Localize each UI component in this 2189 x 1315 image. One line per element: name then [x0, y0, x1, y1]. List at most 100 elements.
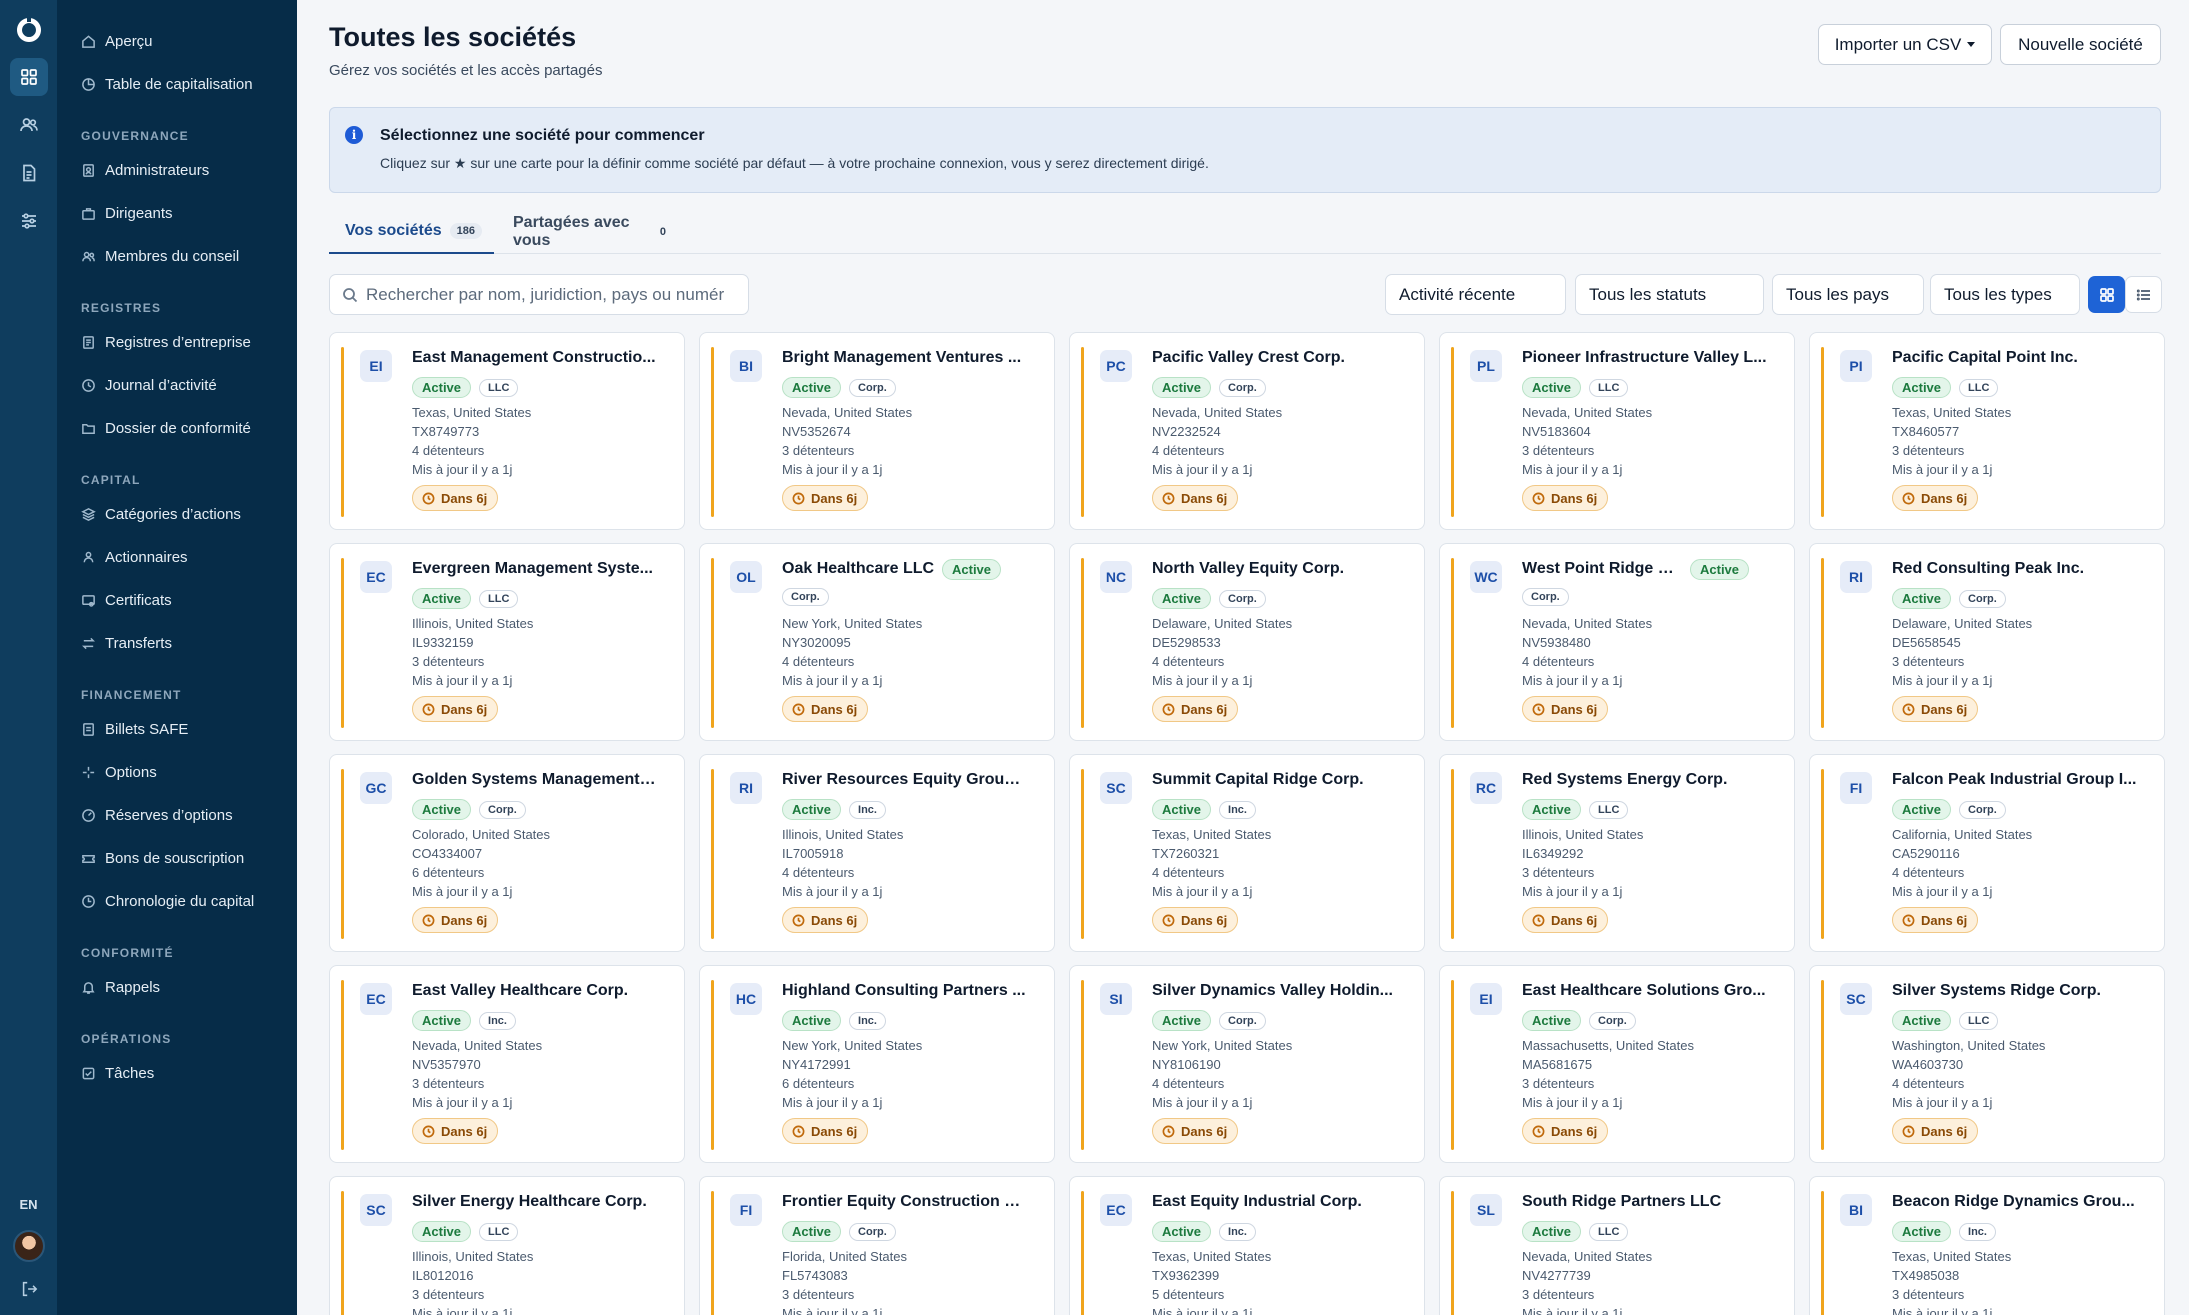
company-initials: PL — [1470, 350, 1502, 382]
company-holders: 3 détenteurs — [1892, 1287, 1965, 1302]
sidebar-item-cat-gories-d-actions[interactable]: Catégories d’actions — [57, 493, 297, 536]
company-card[interactable]: SI Silver Dynamics Valley Holdin... Active… — [1069, 965, 1425, 1163]
tab-shared-with-you[interactable]: Partagées avec vous 0 — [513, 210, 673, 254]
status-badge: Active — [412, 1010, 472, 1031]
sidebar-item-label: Membres du conseil — [105, 248, 240, 265]
sidebar-item-administrateurs[interactable]: Administrateurs — [57, 149, 297, 192]
rail-users-icon[interactable] — [10, 106, 48, 144]
import-csv-button[interactable]: Importer un CSV — [1818, 24, 1992, 65]
company-name: Summit Capital Ridge Corp. — [1152, 771, 1364, 788]
language-switch[interactable]: EN — [19, 1197, 37, 1212]
grid-view-button[interactable] — [2088, 276, 2125, 313]
sidebar-item-t-ches[interactable]: Tâches — [57, 1052, 297, 1095]
status-bar — [341, 347, 344, 517]
status-bar — [1451, 558, 1454, 728]
status-badge: Active — [1152, 588, 1212, 609]
sidebar-item-options[interactable]: Options — [57, 751, 297, 794]
company-card[interactable]: SC Silver Systems Ridge Corp. Active LLC Was… — [1809, 965, 2165, 1163]
due-badge: Dans 6j — [412, 907, 499, 933]
company-card[interactable]: NC North Valley Equity Corp. Active Corp. De… — [1069, 543, 1425, 741]
clock-icon — [1532, 703, 1545, 715]
company-card[interactable]: FI Frontier Equity Construction G... Activ… — [699, 1176, 1055, 1315]
logout-icon[interactable] — [20, 1280, 38, 1303]
sidebar-item-certificats[interactable]: Certificats — [57, 579, 297, 622]
company-card[interactable]: SC Silver Energy Healthcare Corp. Active LL… — [329, 1176, 685, 1315]
country-select[interactable]: Tous les pays — [1772, 274, 1924, 315]
company-card[interactable]: RI River Resources Equity Group ... Active… — [699, 754, 1055, 952]
banner-text: Cliquez sur ★ sur une carte pour la défi… — [380, 155, 1209, 171]
company-id: IL9332159 — [412, 635, 474, 650]
sort-select[interactable]: Activité récente — [1385, 274, 1566, 315]
company-card[interactable]: PI Pacific Capital Point Inc. Active LLC Tex… — [1809, 332, 2165, 530]
company-card[interactable]: WC West Point Ridge Corp. Active Corp. Nevad… — [1439, 543, 1795, 741]
status-bar — [1451, 1191, 1454, 1315]
company-card[interactable]: RI Red Consulting Peak Inc. Active Corp. Del… — [1809, 543, 2165, 741]
app-logo-icon[interactable] — [11, 12, 47, 48]
sidebar-item-rappels[interactable]: Rappels — [57, 966, 297, 1009]
rail-sliders-icon[interactable] — [10, 202, 48, 240]
sidebar-item-chronologie-du-capital[interactable]: Chronologie du capital — [57, 880, 297, 923]
company-card[interactable]: EI East Healthcare Solutions Gro... Active… — [1439, 965, 1795, 1163]
rail-grid-icon[interactable] — [9, 58, 48, 96]
status-select[interactable]: Tous les statuts — [1575, 274, 1764, 315]
company-card[interactable]: BI Bright Management Ventures ... Active Co… — [699, 332, 1055, 530]
status-badge: Active — [1892, 1221, 1952, 1242]
sidebar-item-aper-u[interactable]: Aperçu — [57, 20, 297, 63]
company-name: Bright Management Ventures ... — [782, 349, 1022, 366]
sidebar-item-journal-d-activit[interactable]: Journal d’activité — [57, 364, 297, 407]
company-card[interactable]: BI Beacon Ridge Dynamics Grou... Active Inc… — [1809, 1176, 2165, 1315]
sidebar-item-billets-safe[interactable]: Billets SAFE — [57, 708, 297, 751]
sidebar-item-dirigeants[interactable]: Dirigeants — [57, 192, 297, 235]
company-card[interactable]: FI Falcon Peak Industrial Group I... Activ… — [1809, 754, 2165, 952]
company-card[interactable]: EC Evergreen Management Syste... Active LLC… — [329, 543, 685, 741]
company-card[interactable]: EC East Valley Healthcare Corp. Active Inc.… — [329, 965, 685, 1163]
sidebar-item-registres-d-entreprise[interactable]: Registres d’entreprise — [57, 321, 297, 364]
sidebar-item-r-serves-d-options[interactable]: Réserves d’options — [57, 794, 297, 837]
rail-document-icon[interactable] — [10, 154, 48, 192]
company-tags: Active Corp. — [1522, 1010, 1636, 1031]
company-initials: RI — [1840, 561, 1872, 593]
company-location: Illinois, United States — [412, 1249, 534, 1264]
company-card[interactable]: OL Oak Healthcare LLC Active Corp. New York,… — [699, 543, 1055, 741]
sidebar-item-membres-du-conseil[interactable]: Membres du conseil — [57, 235, 297, 278]
sidebar-item-dossier-de-conformit[interactable]: Dossier de conformité — [57, 407, 297, 450]
company-initials: PC — [1100, 350, 1132, 382]
company-card[interactable]: PC Pacific Valley Crest Corp. Active Corp. N… — [1069, 332, 1425, 530]
company-card[interactable]: HC Highland Consulting Partners ... Active… — [699, 965, 1055, 1163]
company-id: TX8749773 — [412, 424, 480, 439]
company-holders: 3 détenteurs — [1522, 865, 1595, 880]
new-company-button[interactable]: Nouvelle société — [2000, 24, 2161, 65]
company-id: WA4603730 — [1892, 1057, 1964, 1072]
company-card[interactable]: SC Summit Capital Ridge Corp. Active Inc. Te… — [1069, 754, 1425, 952]
sidebar-item-bons-de-souscription[interactable]: Bons de souscription — [57, 837, 297, 880]
company-updated: Mis à jour il y a 1j — [412, 1306, 513, 1315]
sidebar-item-actionnaires[interactable]: Actionnaires — [57, 536, 297, 579]
company-location: New York, United States — [782, 616, 923, 631]
search-input[interactable] — [366, 284, 736, 305]
sidebar-item-table-de-capitalisation[interactable]: Table de capitalisation — [57, 63, 297, 106]
company-card[interactable]: GC Golden Systems Management ... Active Cor… — [329, 754, 685, 952]
company-tags: Active Corp. — [1892, 588, 2006, 609]
company-id: TX4985038 — [1892, 1268, 1960, 1283]
tab-your-companies[interactable]: Vos sociétés 186 — [329, 210, 494, 254]
type-select[interactable]: Tous les types — [1930, 274, 2080, 315]
type-badge: Corp. — [849, 1222, 896, 1241]
sidebar-item-transferts[interactable]: Transferts — [57, 622, 297, 665]
list-view-button[interactable] — [2125, 276, 2162, 313]
company-card[interactable]: EC East Equity Industrial Corp. Active Inc.… — [1069, 1176, 1425, 1315]
company-holders: 4 détenteurs — [1152, 443, 1225, 458]
company-card[interactable]: RC Red Systems Energy Corp. Active LLC Illin… — [1439, 754, 1795, 952]
company-initials: EC — [360, 983, 392, 1015]
company-card[interactable]: SL South Ridge Partners LLC Active LLC Nevad… — [1439, 1176, 1795, 1315]
avatar[interactable] — [12, 1230, 45, 1262]
company-tags: Active Corp. — [1892, 799, 2006, 820]
due-label: Dans 6j — [1181, 912, 1228, 928]
sidebar-item-label: Actionnaires — [105, 549, 188, 566]
company-tags: Active LLC — [412, 377, 519, 398]
company-updated: Mis à jour il y a 1j — [1892, 673, 1993, 688]
tab-label: Vos sociétés — [345, 222, 442, 239]
type-badge: Corp. — [1589, 1011, 1636, 1030]
company-initials: SC — [1100, 772, 1132, 804]
company-card[interactable]: EI East Management Constructio... Active LL… — [329, 332, 685, 530]
company-card[interactable]: PL Pioneer Infrastructure Valley L... Acti… — [1439, 332, 1795, 530]
